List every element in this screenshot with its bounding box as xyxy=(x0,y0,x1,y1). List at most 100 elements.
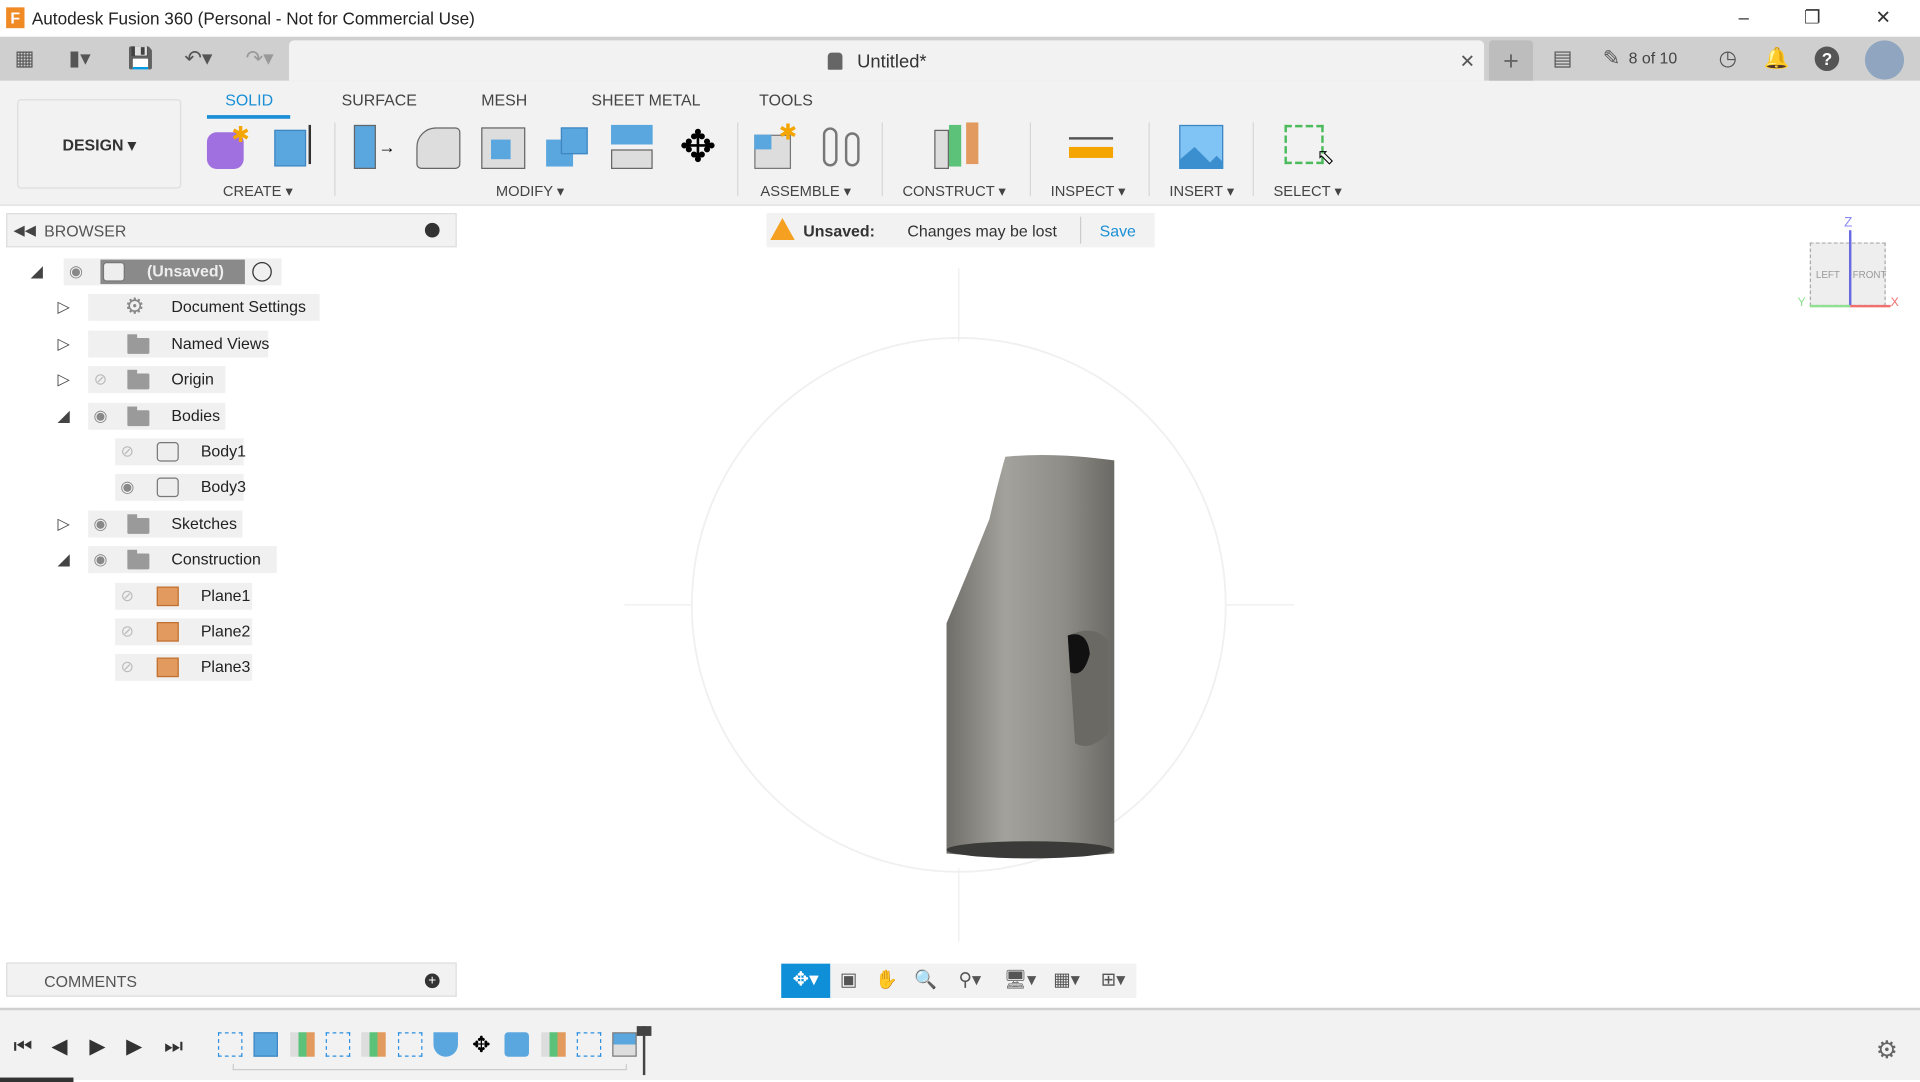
timeline-press-pull-icon[interactable] xyxy=(612,1032,638,1057)
job-status-icon[interactable]: ✎ xyxy=(1598,47,1625,71)
close-window-button[interactable]: ✕ xyxy=(1865,5,1902,32)
save-icon[interactable]: 💾 xyxy=(127,47,154,71)
tab-mesh[interactable]: MESH xyxy=(481,91,527,109)
comment-icon[interactable]: ▤ xyxy=(1549,47,1576,71)
restore-button[interactable]: ❐ xyxy=(1794,5,1831,32)
workspace-switcher[interactable]: DESIGN ▾ xyxy=(17,99,182,189)
step-forward-button[interactable]: ▶ xyxy=(126,1035,142,1059)
display-settings-icon[interactable]: 🖥▾ xyxy=(999,969,1041,993)
timeline-plane-icon[interactable] xyxy=(361,1032,386,1057)
pan-icon[interactable]: ✋ xyxy=(871,969,903,993)
timeline-sketch-icon[interactable] xyxy=(325,1032,351,1057)
viewports-icon[interactable]: ⊞▾ xyxy=(1092,969,1134,993)
collapse-arrow-icon[interactable]: ◢ xyxy=(58,551,75,568)
3d-viewport[interactable] xyxy=(0,207,1920,1003)
document-tab[interactable]: Untitled* ✕ xyxy=(288,40,1485,81)
combine-icon[interactable] xyxy=(544,122,593,171)
assemble-menu[interactable]: ASSEMBLE ▾ xyxy=(760,182,851,199)
move-icon[interactable]: ✥ xyxy=(673,122,722,171)
timeline-sketch-icon[interactable] xyxy=(217,1032,243,1057)
file-icon[interactable]: ▮▾ xyxy=(61,47,98,71)
eye-icon[interactable]: ◉ xyxy=(87,406,114,426)
new-tab-button[interactable]: + xyxy=(1488,40,1534,81)
job-status-count[interactable]: 8 of 10 xyxy=(1629,49,1678,67)
go-to-start-button[interactable]: ⏮ xyxy=(13,1035,32,1059)
press-pull-icon[interactable]: → xyxy=(349,122,398,171)
timeline-combine-icon[interactable] xyxy=(504,1032,530,1057)
user-avatar[interactable] xyxy=(1864,40,1905,80)
timeline-sketch-icon[interactable] xyxy=(576,1032,602,1057)
eye-icon[interactable]: ◉ xyxy=(87,550,114,570)
tab-sheet-metal[interactable]: SHEET METAL xyxy=(591,91,700,109)
fit-icon[interactable]: ⚲▾ xyxy=(949,969,991,993)
eye-hidden-icon[interactable]: ⊘ xyxy=(87,370,114,390)
tab-tools[interactable]: TOOLS xyxy=(759,91,813,109)
orbit-button[interactable]: ✥▾ xyxy=(781,963,831,998)
timeline-settings-icon[interactable]: ⚙ xyxy=(1876,1035,1898,1066)
eye-hidden-icon[interactable]: ⊘ xyxy=(114,586,141,606)
timeline-plane-icon[interactable] xyxy=(540,1032,566,1057)
shell-icon[interactable] xyxy=(479,122,528,171)
expand-arrow-icon[interactable]: ▷ xyxy=(58,515,75,532)
look-at-icon[interactable]: ▣ xyxy=(833,969,865,993)
eye-hidden-icon[interactable]: ⊘ xyxy=(114,658,141,678)
extrude-icon[interactable] xyxy=(269,122,318,171)
grid-icon[interactable]: ▦ xyxy=(11,47,38,71)
inspect-menu[interactable]: INSPECT ▾ xyxy=(1051,182,1126,199)
add-comment-button[interactable]: + xyxy=(424,973,440,989)
browser-collapse-button[interactable] xyxy=(424,222,440,238)
view-cube-front-face[interactable]: FRONT xyxy=(1853,269,1887,280)
zoom-icon[interactable]: 🔍 xyxy=(910,969,942,993)
window-select-icon[interactable]: ⬁ xyxy=(1282,122,1335,171)
collapse-arrow-icon[interactable]: ◢ xyxy=(31,263,48,280)
expand-arrow-icon[interactable]: ▷ xyxy=(58,299,75,316)
play-button[interactable]: ▶ xyxy=(89,1035,105,1059)
modify-menu[interactable]: MODIFY ▾ xyxy=(496,182,564,199)
undo-icon[interactable]: ↶▾ xyxy=(176,47,220,71)
collapse-browser-icon[interactable]: ◀◀ xyxy=(13,222,36,239)
clock-icon[interactable]: ◷ xyxy=(1714,47,1741,71)
grid-settings-icon[interactable]: ▦▾ xyxy=(1046,969,1088,993)
joint-icon[interactable] xyxy=(818,122,867,171)
eye-hidden-icon[interactable]: ⊘ xyxy=(114,442,141,462)
timeline-sketch-icon[interactable] xyxy=(397,1032,422,1057)
timeline-extrude-icon[interactable] xyxy=(253,1032,279,1057)
step-back-button[interactable]: ◀ xyxy=(51,1035,67,1059)
close-tab-icon[interactable]: ✕ xyxy=(1460,50,1475,72)
minimize-button[interactable]: – xyxy=(1725,5,1762,32)
expand-arrow-icon[interactable]: ▷ xyxy=(58,371,75,388)
redo-icon[interactable]: ↷▾ xyxy=(238,47,282,71)
eye-icon[interactable]: ◉ xyxy=(114,478,141,498)
view-cube[interactable]: Z LEFT FRONT Y X xyxy=(1795,216,1905,314)
select-menu[interactable]: SELECT ▾ xyxy=(1273,182,1341,199)
notification-bell-icon[interactable]: 🔔 xyxy=(1763,47,1790,71)
insert-image-icon[interactable] xyxy=(1177,122,1226,171)
eye-icon[interactable]: ◉ xyxy=(87,514,114,534)
view-cube-left-face[interactable]: LEFT xyxy=(1816,269,1840,280)
go-to-end-button[interactable]: ⏭ xyxy=(164,1035,183,1059)
offset-face-icon[interactable] xyxy=(609,122,658,171)
insert-menu[interactable]: INSERT ▾ xyxy=(1169,182,1234,199)
offset-plane-icon[interactable] xyxy=(932,122,981,171)
timeline-plane-icon[interactable] xyxy=(289,1032,315,1057)
tab-surface[interactable]: SURFACE xyxy=(342,91,417,109)
eye-icon[interactable]: ◉ xyxy=(62,262,89,282)
timeline-move-icon[interactable]: ✥ xyxy=(469,1032,493,1056)
collapse-arrow-icon[interactable]: ◢ xyxy=(58,407,75,424)
navigation-bar: ✥▾ ▣ ✋ 🔍 ⚲▾ 🖥▾ ▦▾ ⊞▾ xyxy=(781,963,1137,998)
expand-arrow-icon[interactable]: ▷ xyxy=(58,335,75,352)
help-icon[interactable]: ? xyxy=(1814,46,1840,72)
y-axis-label: Y xyxy=(1797,296,1806,310)
save-button[interactable]: Save xyxy=(1100,222,1136,240)
tab-solid[interactable]: SOLID xyxy=(225,91,273,109)
create-form-icon[interactable]: ✱ xyxy=(204,122,253,171)
create-menu[interactable]: CREATE ▾ xyxy=(223,182,293,199)
fillet-icon[interactable] xyxy=(414,122,463,171)
eye-hidden-icon[interactable]: ⊘ xyxy=(114,622,141,642)
construct-menu[interactable]: CONSTRUCT ▾ xyxy=(902,182,1005,199)
timeline-marker[interactable] xyxy=(636,1026,652,1076)
activate-radio-button[interactable] xyxy=(252,262,272,282)
timeline-hole-icon[interactable] xyxy=(433,1032,458,1057)
new-component-icon[interactable]: ✱ xyxy=(752,120,801,171)
measure-icon[interactable] xyxy=(1067,122,1116,171)
